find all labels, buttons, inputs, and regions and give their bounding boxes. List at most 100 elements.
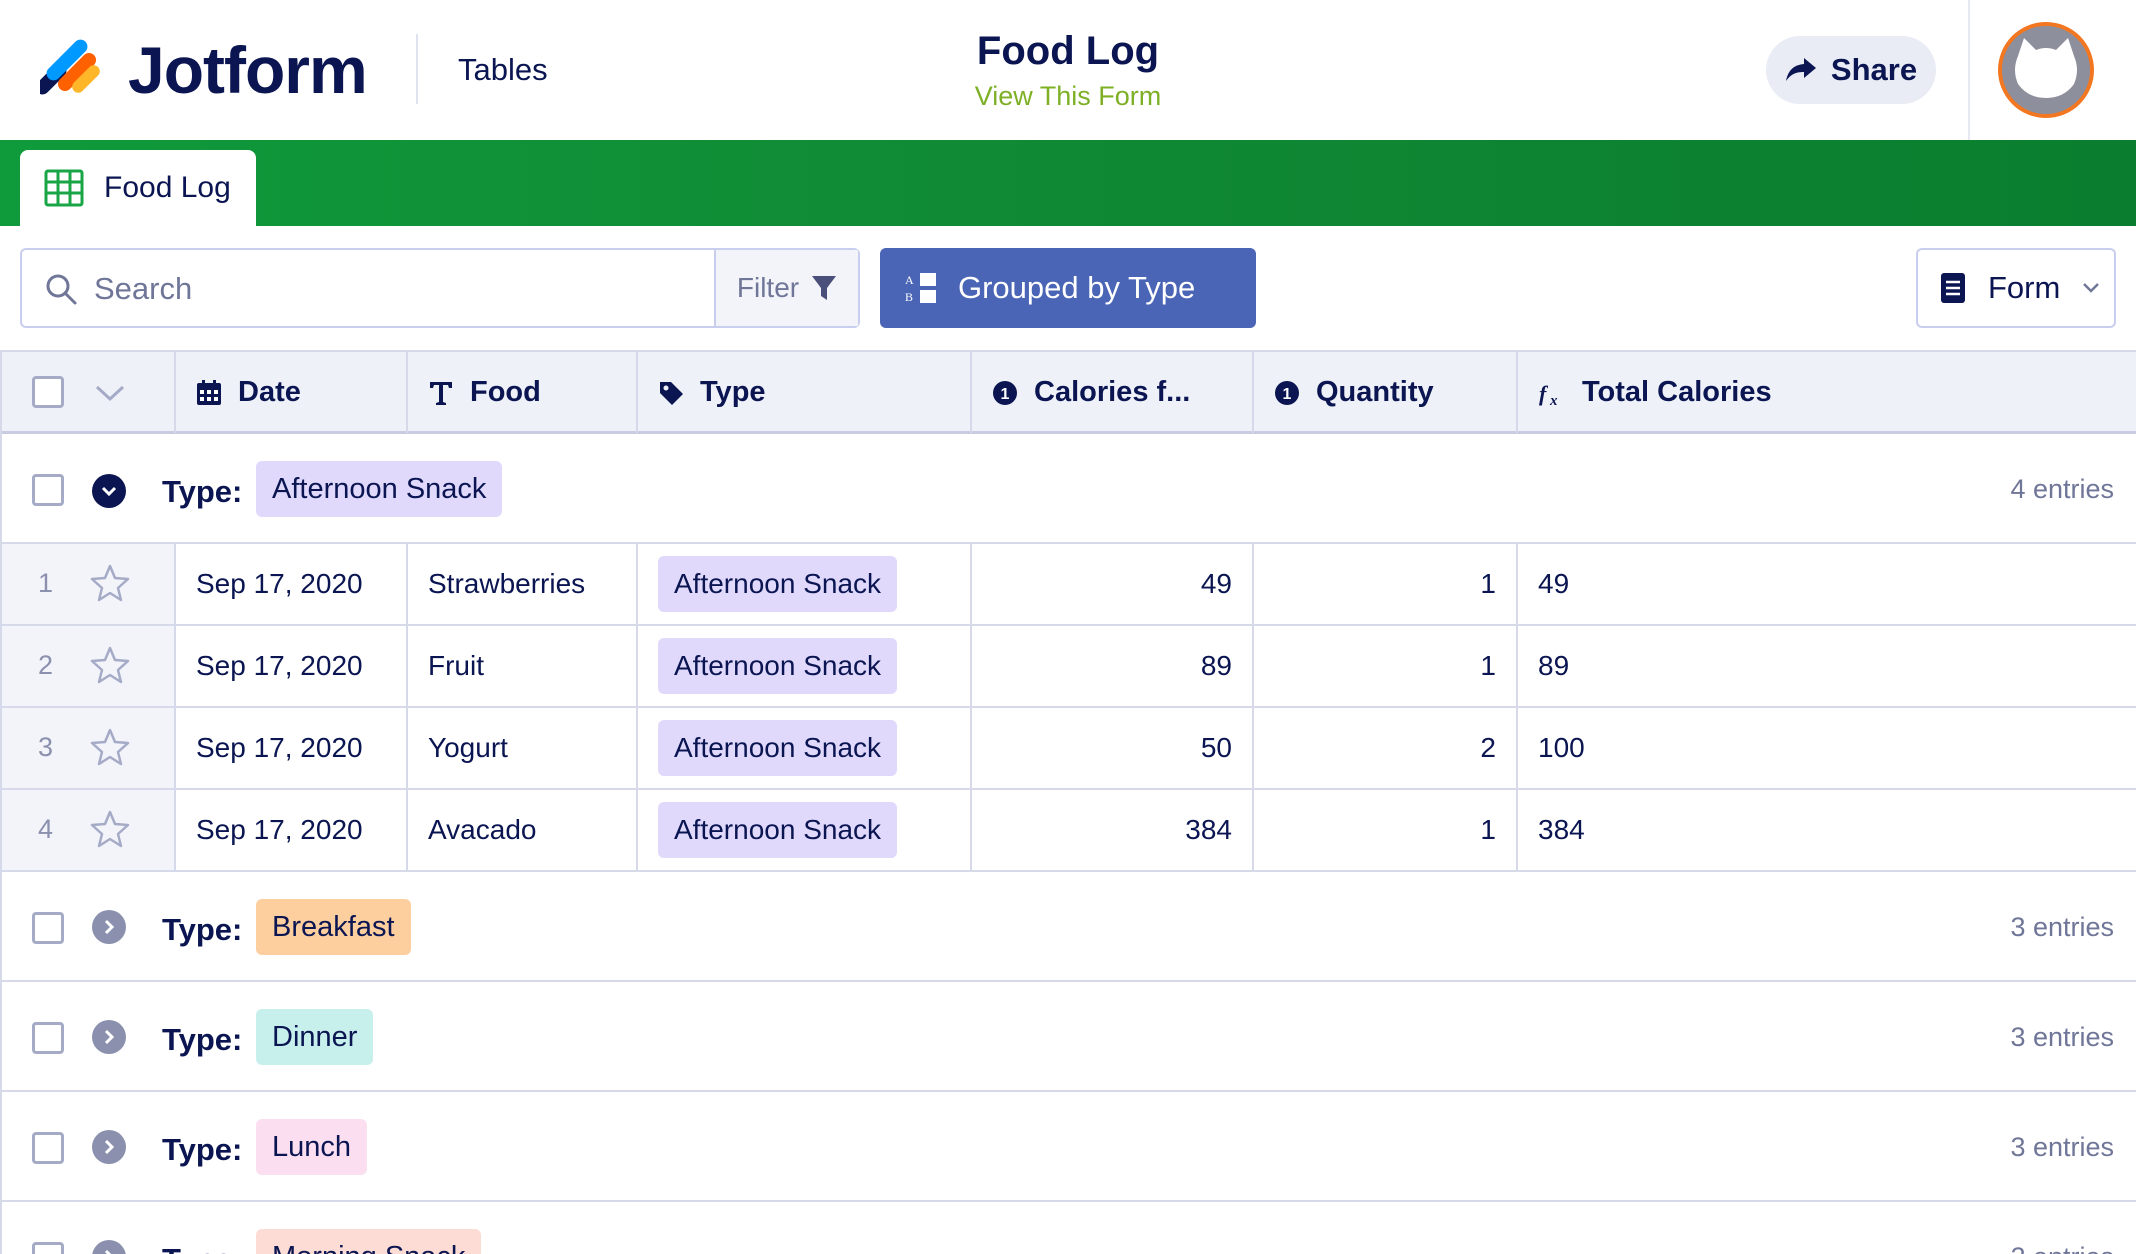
tag-icon bbox=[660, 381, 683, 405]
search-input[interactable] bbox=[94, 264, 714, 314]
cell-quantity[interactable]: 1 bbox=[1252, 626, 1516, 706]
group-value-tag: Morning Snack bbox=[256, 1229, 482, 1254]
cell-date[interactable]: Sep 17, 2020 bbox=[174, 790, 406, 870]
cell-quantity[interactable]: 1 bbox=[1252, 544, 1516, 624]
jotform-logo-icon[interactable] bbox=[40, 38, 100, 102]
formula-icon: f x bbox=[1539, 381, 1558, 407]
table-header: Date Food Type 1 Calories f... 1 Quantit… bbox=[2, 350, 2136, 434]
group-checkbox[interactable] bbox=[32, 1022, 64, 1054]
group-row-breakfast[interactable]: Type: Breakfast 3 entries bbox=[2, 872, 2136, 982]
form-view-dropdown[interactable]: Form bbox=[1916, 248, 2116, 328]
svg-text:B: B bbox=[905, 290, 913, 304]
cell-date[interactable]: Sep 17, 2020 bbox=[174, 544, 406, 624]
column-date[interactable]: Date bbox=[174, 352, 406, 433]
column-label: Date bbox=[238, 376, 301, 408]
chevron-down-icon bbox=[101, 486, 117, 497]
table-row[interactable]: 3 Sep 17, 2020 Yogurt Afternoon Snack 50… bbox=[2, 708, 2136, 790]
cell-quantity[interactable]: 2 bbox=[1252, 708, 1516, 788]
table-row[interactable]: 4 Sep 17, 2020 Avacado Afternoon Snack 3… bbox=[2, 790, 2136, 872]
type-tag: Afternoon Snack bbox=[658, 802, 898, 858]
cell-type[interactable]: Afternoon Snack bbox=[636, 544, 970, 624]
tab-bar bbox=[0, 140, 2136, 226]
collapse-group-button[interactable] bbox=[92, 474, 126, 508]
cell-total-calories[interactable]: 100 bbox=[1516, 708, 2134, 788]
filter-button[interactable]: Filter bbox=[714, 250, 858, 326]
group-row-afternoon-snack[interactable]: Type: Afternoon Snack 4 entries bbox=[2, 434, 2136, 544]
cell-type[interactable]: Afternoon Snack bbox=[636, 790, 970, 870]
cell-total-calories[interactable]: 49 bbox=[1516, 544, 2134, 624]
chevron-down-icon[interactable] bbox=[94, 384, 126, 402]
svg-text:1: 1 bbox=[1283, 386, 1292, 403]
grouped-by-button[interactable]: A B Grouped by Type bbox=[880, 248, 1256, 328]
expand-group-button[interactable] bbox=[92, 1240, 126, 1254]
column-total-calories[interactable]: f x Total Calories bbox=[1516, 352, 2134, 433]
grid-table-icon bbox=[44, 169, 84, 207]
cell-total-calories[interactable]: 384 bbox=[1516, 790, 2134, 870]
star-icon[interactable] bbox=[90, 564, 130, 602]
page-title: Food Log bbox=[976, 29, 1160, 73]
row-number: 4 bbox=[38, 814, 54, 844]
cell-food[interactable]: Yogurt bbox=[406, 708, 636, 788]
svg-text:1: 1 bbox=[1001, 386, 1010, 403]
row-index-cell: 1 bbox=[2, 544, 174, 624]
column-food[interactable]: Food bbox=[406, 352, 636, 433]
group-row-morning-snack[interactable]: Type: Morning Snack 2 entries bbox=[2, 1202, 2136, 1254]
cell-type[interactable]: Afternoon Snack bbox=[636, 708, 970, 788]
star-icon[interactable] bbox=[90, 646, 130, 684]
filter-label: Filter bbox=[736, 272, 800, 303]
column-label: Calories f... bbox=[1034, 376, 1191, 408]
row-index-cell: 2 bbox=[2, 626, 174, 706]
row-number: 2 bbox=[38, 650, 54, 680]
type-tag: Afternoon Snack bbox=[658, 638, 898, 694]
cell-type[interactable]: Afternoon Snack bbox=[636, 626, 970, 706]
column-label: Total Calories bbox=[1582, 376, 1772, 408]
row-index-cell: 4 bbox=[2, 790, 174, 870]
column-label: Type bbox=[700, 376, 766, 408]
expand-group-button[interactable] bbox=[92, 1130, 126, 1164]
cell-calories[interactable]: 50 bbox=[970, 708, 1252, 788]
star-icon[interactable] bbox=[90, 728, 130, 766]
group-row-lunch[interactable]: Type: Lunch 3 entries bbox=[2, 1092, 2136, 1202]
cell-food[interactable]: Fruit bbox=[406, 626, 636, 706]
column-quantity[interactable]: 1 Quantity bbox=[1252, 352, 1516, 433]
table-row[interactable]: 1 Sep 17, 2020 Strawberries Afternoon Sn… bbox=[2, 544, 2136, 626]
header-divider-right bbox=[1968, 0, 1970, 140]
brand-name[interactable]: Jotform bbox=[128, 34, 368, 106]
tab-food-log[interactable]: Food Log bbox=[20, 150, 256, 226]
cat-avatar-icon bbox=[2002, 26, 2090, 114]
chevron-down-icon bbox=[2083, 283, 2100, 293]
cell-date[interactable]: Sep 17, 2020 bbox=[174, 708, 406, 788]
nav-tables-link[interactable]: Tables bbox=[458, 52, 548, 88]
cell-calories[interactable]: 384 bbox=[970, 790, 1252, 870]
cell-date[interactable]: Sep 17, 2020 bbox=[174, 626, 406, 706]
group-checkbox[interactable] bbox=[32, 1132, 64, 1164]
chevron-right-icon bbox=[104, 1139, 115, 1155]
group-checkbox[interactable] bbox=[32, 912, 64, 944]
star-icon[interactable] bbox=[90, 810, 130, 848]
cell-calories[interactable]: 89 bbox=[970, 626, 1252, 706]
column-calories[interactable]: 1 Calories f... bbox=[970, 352, 1252, 433]
calendar-icon bbox=[197, 379, 221, 405]
group-checkbox[interactable] bbox=[32, 474, 64, 506]
group-row-dinner[interactable]: Type: Dinner 3 entries bbox=[2, 982, 2136, 1092]
cell-food[interactable]: Strawberries bbox=[406, 544, 636, 624]
group-entry-count: 3 entries bbox=[2010, 1022, 2114, 1052]
svg-text:f: f bbox=[1539, 381, 1549, 406]
grouped-by-label: Grouped by Type bbox=[958, 270, 1196, 305]
table-row[interactable]: 2 Sep 17, 2020 Fruit Afternoon Snack 89 … bbox=[2, 626, 2136, 708]
select-all-checkbox[interactable] bbox=[32, 376, 64, 408]
cell-total-calories[interactable]: 89 bbox=[1516, 626, 2134, 706]
user-avatar[interactable] bbox=[1998, 22, 2094, 118]
expand-group-button[interactable] bbox=[92, 910, 126, 944]
cell-food[interactable]: Avacado bbox=[406, 790, 636, 870]
share-button[interactable]: Share bbox=[1766, 36, 1936, 104]
group-value-tag: Afternoon Snack bbox=[256, 461, 503, 517]
view-form-link[interactable]: View This Form bbox=[868, 80, 1268, 112]
group-label: Type: bbox=[162, 474, 243, 509]
form-view-label: Form bbox=[1988, 270, 2061, 305]
column-type[interactable]: Type bbox=[636, 352, 970, 433]
group-checkbox[interactable] bbox=[32, 1242, 64, 1254]
cell-quantity[interactable]: 1 bbox=[1252, 790, 1516, 870]
expand-group-button[interactable] bbox=[92, 1020, 126, 1054]
cell-calories[interactable]: 49 bbox=[970, 544, 1252, 624]
